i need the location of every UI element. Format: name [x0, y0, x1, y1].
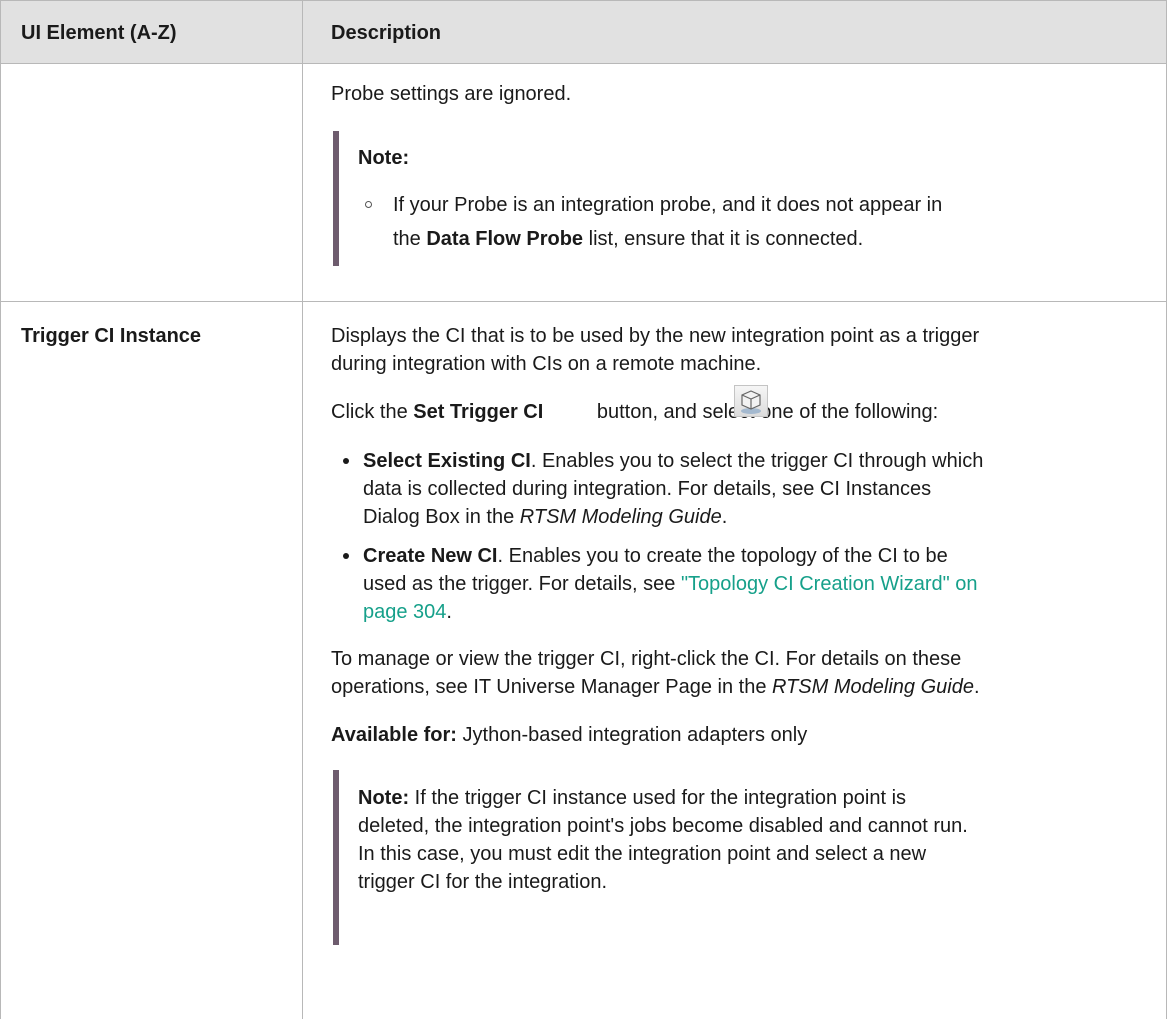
header-ui-element: UI Element (A-Z): [21, 22, 177, 44]
topology-wizard-page-link[interactable]: page 304: [363, 601, 446, 623]
manage-line-2: operations, see IT Universe Manager Page…: [331, 676, 980, 698]
select-existing-line-1: Select Existing CI. Enables you to selec…: [363, 450, 984, 472]
create-new-line-3: page 304.: [363, 601, 452, 623]
note-line-1: If your Probe is an integration probe, a…: [393, 194, 943, 216]
note2-line-1: Note: If the trigger CI instance used fo…: [358, 787, 907, 809]
note2-line-2: deleted, the integration point's jobs be…: [358, 815, 968, 837]
note-bar: [333, 131, 339, 266]
note2-line-4: trigger CI for the integration.: [358, 871, 608, 893]
ui-elements-table: UI Element (A-Z) Description Probe setti…: [0, 0, 1167, 1019]
bullet-create-new: [343, 553, 349, 559]
note-bar-2: [333, 770, 339, 945]
probe-settings-text: Probe settings are ignored.: [331, 83, 572, 105]
note-line-2: the Data Flow Probe list, ensure that it…: [393, 228, 864, 250]
create-new-line-1: Create New CI. Enables you to create the…: [363, 545, 948, 567]
note-bullet: [365, 201, 372, 208]
click-set-trigger-text: Click the Set Trigger CI button, and sel…: [331, 401, 939, 423]
note2-line-3: In this case, you must edit the integrat…: [358, 843, 927, 865]
ui-element-trigger-ci-instance: Trigger CI Instance: [21, 325, 202, 347]
bullet-select-existing: [343, 458, 349, 464]
select-existing-line-3: Dialog Box in the RTSM Modeling Guide.: [363, 506, 728, 528]
note-label: Note:: [358, 147, 410, 169]
header-description: Description: [331, 22, 442, 44]
topology-wizard-link[interactable]: "Topology CI Creation Wizard" on: [681, 573, 978, 595]
column-divider: [302, 0, 303, 1019]
table-header-row: UI Element (A-Z) Description: [1, 0, 1166, 64]
create-new-line-2: used as the trigger. For details, see "T…: [363, 573, 978, 595]
available-for-line: Available for: Jython-based integration …: [331, 724, 808, 746]
row-divider: [1, 301, 1166, 302]
select-existing-line-2: data is collected during integration. Fo…: [363, 478, 932, 500]
set-trigger-ci-icon[interactable]: [734, 385, 768, 417]
manage-line-1: To manage or view the trigger CI, right-…: [331, 648, 962, 670]
desc-line-1: Displays the CI that is to be used by th…: [331, 325, 980, 347]
desc-line-2: during integration with CIs on a remote …: [331, 353, 762, 375]
